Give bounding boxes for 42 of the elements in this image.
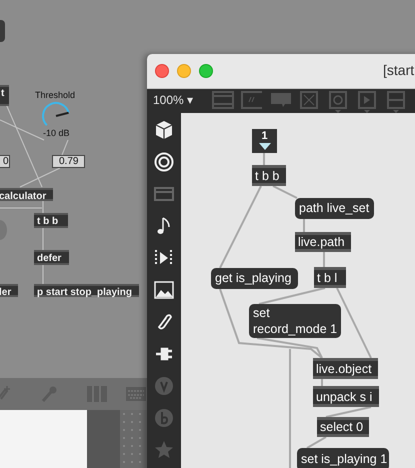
object-box[interactable]: live.path [295, 232, 351, 252]
object-box[interactable]: defer [34, 250, 69, 265]
object-box[interactable]: p start stop_playing [34, 284, 139, 297]
message-box[interactable]: set record_mode 1 [249, 304, 341, 338]
star-icon[interactable] [154, 440, 174, 460]
number-box[interactable]: 1 [252, 129, 277, 153]
dial-value: -10 dB [43, 128, 70, 138]
zoom-button[interactable] [199, 64, 213, 78]
number-box[interactable]: 0 [0, 155, 10, 168]
keyboard-icon[interactable] [126, 385, 146, 403]
number-box[interactable]: 0.79 [52, 155, 85, 168]
object-box[interactable]: ler [0, 284, 18, 297]
message-box[interactable]: set is_playing 1 [297, 448, 389, 468]
v-circle-icon[interactable] [154, 376, 174, 396]
patch-cord [62, 140, 68, 156]
message-box[interactable]: path live_set [295, 198, 374, 219]
patch-cord [306, 436, 326, 449]
cube-icon[interactable] [154, 120, 174, 140]
presentation-icon[interactable] [212, 91, 234, 109]
object-box[interactable]: unpack s i [313, 386, 379, 407]
image-icon[interactable] [154, 280, 174, 300]
object-box[interactable]: live.object [313, 358, 378, 379]
dial-label: Threshold [35, 90, 76, 100]
target-icon[interactable] [154, 152, 174, 172]
object-box[interactable]: t b b [252, 165, 286, 186]
patch-cord [272, 185, 298, 199]
object-box[interactable]: t [0, 85, 9, 106]
rack-icon[interactable] [154, 184, 174, 204]
b-circle-icon[interactable] [154, 408, 174, 428]
object-box[interactable]: t b l [314, 267, 346, 288]
window-title: [start [383, 62, 414, 78]
patch-cord [336, 288, 372, 358]
piano-keys-icon[interactable] [86, 385, 108, 403]
minimize-button[interactable] [177, 64, 191, 78]
comment-box-icon[interactable] [241, 91, 264, 109]
object-box[interactable]: t b b [34, 213, 68, 228]
object-box[interactable]: select 0 [317, 417, 369, 437]
zoom-dropdown[interactable]: 100% ▾ [147, 91, 200, 109]
speech-bubble-icon[interactable] [270, 91, 292, 109]
message-box[interactable]: get is_playing [211, 268, 298, 289]
patch-cord [326, 406, 372, 418]
close-button[interactable] [155, 64, 169, 78]
